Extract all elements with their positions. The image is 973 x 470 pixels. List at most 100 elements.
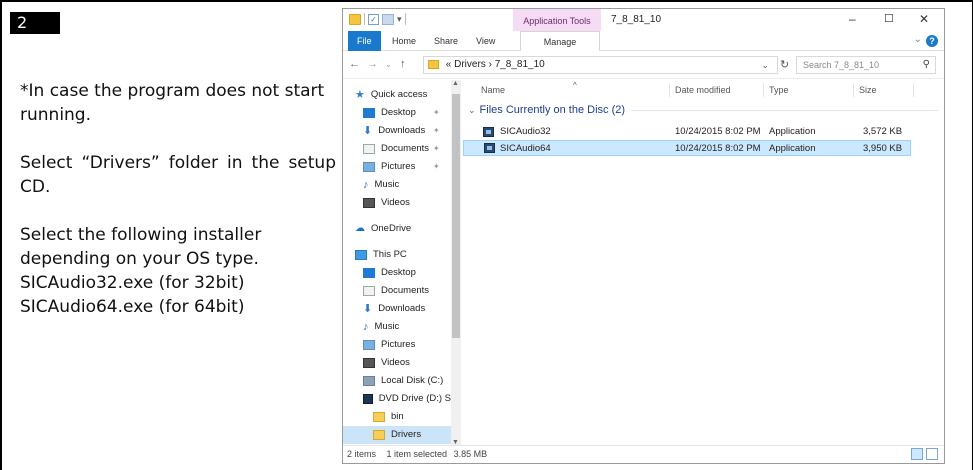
instructions-panel: *In case the program does not start runn… (20, 79, 336, 319)
desktop-icon (363, 268, 375, 278)
download-icon: ⬇ (363, 303, 373, 315)
window-title: 7_8_81_10 (611, 14, 662, 25)
nav-label: Desktop (381, 107, 416, 118)
tab-home[interactable]: Home (384, 31, 424, 51)
pictures-icon (363, 340, 375, 350)
back-button[interactable]: ← (349, 58, 360, 70)
chevron-down-icon[interactable]: ⌄ (468, 105, 476, 116)
address-dropdown-icon[interactable]: ⌄ (761, 57, 769, 73)
search-input[interactable]: Search 7_8_81_10 ⚲ (796, 56, 936, 74)
up-button[interactable]: ↑ (400, 58, 406, 70)
nav-onedrive[interactable]: ☁ OneDrive (355, 220, 411, 238)
explorer-window: ✓ ▾ Application Tools 7_8_81_10 – ☐ ✕ Fi… (342, 8, 945, 464)
pin-icon[interactable]: ✦ (433, 122, 440, 140)
scrollbar-thumb[interactable] (452, 94, 460, 338)
breadcrumb-overflow[interactable]: « (446, 59, 452, 70)
nav-drivers[interactable]: Drivers (343, 426, 451, 444)
nav-pc-videos[interactable]: Videos (363, 354, 410, 372)
video-icon (363, 198, 375, 208)
nav-pictures[interactable]: Pictures ✦ (363, 158, 440, 176)
tab-share[interactable]: Share (426, 31, 466, 51)
breadcrumb-current[interactable]: 7_8_81_10 (495, 59, 545, 70)
recent-locations-icon[interactable]: ⌄ (385, 60, 392, 69)
pin-icon[interactable]: ✦ (433, 158, 440, 176)
column-divider[interactable] (669, 83, 670, 97)
expand-ribbon-icon[interactable]: ⌄ (914, 34, 922, 45)
nav-label: OneDrive (371, 223, 412, 234)
scroll-up-icon[interactable]: ▲ (452, 80, 459, 87)
folder-icon (349, 13, 361, 25)
nav-label: Music (374, 179, 400, 190)
instruction-note: *In case the program does not start runn… (20, 81, 325, 125)
search-icon[interactable]: ⚲ (923, 57, 930, 73)
nav-music[interactable]: ♪ Music (363, 176, 399, 194)
maximize-button[interactable]: ☐ (884, 12, 894, 25)
file-row[interactable]: SICAudio32 10/24/2015 8:02 PM Applicatio… (463, 124, 911, 140)
nav-label: Quick access (370, 89, 428, 100)
nav-local-disk[interactable]: Local Disk (C:) (363, 372, 443, 390)
properties-icon[interactable]: ✓ (368, 13, 379, 25)
new-folder-icon[interactable] (382, 13, 394, 25)
nav-this-pc[interactable]: This PC (355, 246, 407, 264)
customize-toolbar-icon[interactable]: ▾ (397, 14, 402, 25)
large-icons-view-icon[interactable] (926, 448, 938, 460)
column-divider[interactable] (913, 83, 914, 97)
nav-pc-pictures[interactable]: Pictures (363, 336, 415, 354)
tab-view[interactable]: View (468, 31, 503, 51)
pin-icon[interactable]: ✦ (433, 140, 440, 158)
pin-icon[interactable]: ✦ (433, 104, 440, 122)
tab-file[interactable]: File (348, 31, 381, 51)
nav-pc-music[interactable]: ♪ Music (363, 318, 399, 336)
ribbon: File Home Share View Manage ⌄ ? (343, 31, 944, 51)
breadcrumb-drivers[interactable]: Drivers (454, 59, 486, 70)
forward-button[interactable]: → (367, 58, 378, 70)
address-box[interactable]: « Drivers › 7_8_81_10 ⌄ (423, 56, 778, 74)
column-divider[interactable] (763, 83, 764, 97)
nav-videos[interactable]: Videos (363, 194, 410, 212)
tab-manage[interactable]: Manage (520, 31, 600, 51)
desktop-icon (363, 108, 375, 118)
close-button[interactable]: ✕ (919, 12, 929, 26)
nav-label: Pictures (381, 339, 416, 350)
document-icon (363, 286, 375, 296)
refresh-icon[interactable]: ↻ (780, 58, 789, 71)
download-icon: ⬇ (363, 125, 373, 137)
nav-pc-desktop[interactable]: Desktop (363, 264, 416, 282)
nav-dvd-drive[interactable]: DVD Drive (D:) S (363, 390, 451, 408)
column-size[interactable]: Size (859, 80, 877, 100)
nav-pc-documents[interactable]: Documents (363, 282, 429, 300)
nav-quick-access[interactable]: ★ Quick access (355, 86, 427, 104)
column-divider[interactable] (853, 83, 854, 97)
video-icon (363, 358, 375, 368)
nav-desktop[interactable]: Desktop ✦ (363, 104, 440, 122)
nav-documents[interactable]: Documents ✦ (363, 140, 440, 158)
file-name: SICAudio64 (500, 143, 551, 154)
minimize-button[interactable]: – (849, 12, 856, 26)
file-size: 3,572 KB (863, 126, 903, 137)
computer-icon (355, 250, 367, 260)
group-header[interactable]: ⌄ Files Currently on the Disc (2) (468, 104, 938, 116)
details-view-icon[interactable] (911, 448, 923, 460)
column-name[interactable]: Name (481, 80, 505, 100)
nav-label: Pictures (381, 161, 416, 172)
nav-bin[interactable]: bin (373, 408, 404, 426)
column-date-modified[interactable]: Date modified (675, 80, 731, 100)
step-number-badge: 2 (10, 12, 60, 34)
file-type: Application (769, 143, 816, 154)
sort-ascending-icon: ^ (573, 81, 577, 90)
instruction-select-folder: Select “Drivers” folder in the setup CD. (20, 153, 336, 197)
address-bar-row: ← → ⌄ ↑ « Drivers › 7_8_81_10 ⌄ ↻ Search… (343, 51, 944, 79)
file-type: Application (769, 126, 816, 137)
nav-downloads[interactable]: ⬇ Downloads ✦ (363, 122, 440, 140)
music-icon: ♪ (363, 179, 369, 191)
divider (364, 13, 365, 25)
nav-label: Desktop (381, 267, 416, 278)
help-icon[interactable]: ? (926, 35, 938, 47)
column-type[interactable]: Type (769, 80, 789, 100)
file-row-selected[interactable]: SICAudio64 10/24/2015 8:02 PM Applicatio… (463, 140, 911, 156)
nav-scrollbar[interactable]: ▲ ▼ (451, 80, 461, 446)
folder-icon (428, 59, 439, 69)
folder-icon (373, 430, 385, 440)
application-icon (483, 127, 494, 137)
nav-pc-downloads[interactable]: ⬇ Downloads (363, 300, 425, 318)
